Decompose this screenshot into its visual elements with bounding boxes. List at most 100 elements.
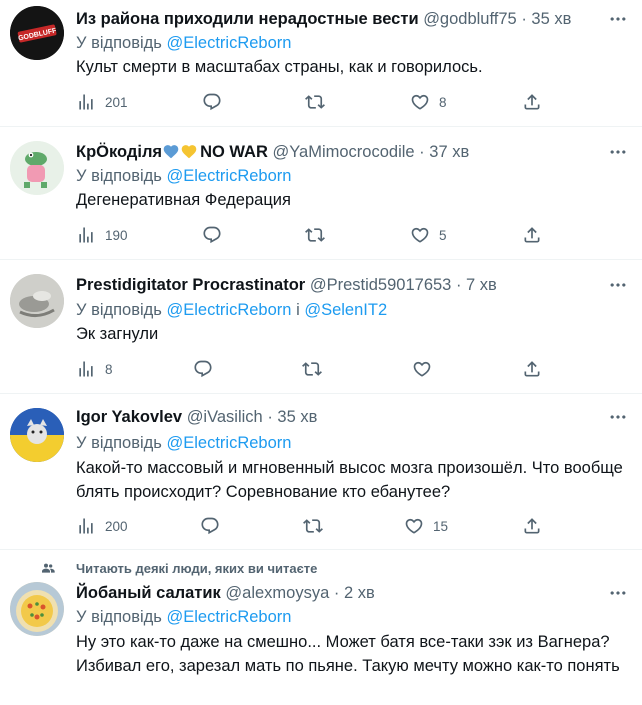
tweet-header: Prestidigitator Procrastinator @Prestid5…	[76, 274, 602, 296]
more-icon[interactable]	[608, 407, 628, 427]
display-name[interactable]: Из района приходили нерадостные вести	[76, 10, 419, 28]
user-handle[interactable]: @alexmoysya	[225, 584, 329, 602]
display-name-suffix[interactable]: NO WAR	[200, 143, 268, 161]
avatar[interactable]	[10, 408, 64, 462]
reply-context: У відповідь @ElectricReborn і @SelenIT2	[76, 299, 387, 321]
avatar[interactable]	[10, 274, 64, 328]
reply-prefix: У відповідь	[76, 434, 162, 452]
timestamp[interactable]: 37 хв	[429, 143, 469, 161]
mention-link[interactable]: @ElectricReborn	[167, 608, 292, 626]
separator-dot: ·	[333, 584, 340, 602]
share-icon	[522, 92, 542, 112]
retweet-icon	[305, 92, 325, 112]
display-name[interactable]: Igor Yakovlev	[76, 408, 182, 426]
blue-heart-icon	[162, 143, 180, 165]
divider	[0, 549, 642, 550]
mention-link[interactable]: @ElectricReborn	[167, 434, 292, 452]
social-context[interactable]: Читають деякі люди, яких ви читаєте	[76, 561, 317, 576]
more-icon[interactable]	[608, 275, 628, 295]
reply-context: У відповідь @ElectricReborn	[76, 32, 291, 54]
views-button[interactable]: 8	[76, 358, 113, 380]
reply-prefix: У відповідь	[76, 34, 162, 52]
reply-button[interactable]	[200, 515, 220, 537]
views-button[interactable]: 201	[76, 91, 128, 113]
tweet-header: Из района приходили нерадостные вести @g…	[76, 8, 602, 30]
views-count: 8	[105, 361, 113, 377]
divider	[0, 126, 642, 127]
retweet-icon	[302, 359, 322, 379]
separator-dot: ·	[521, 10, 527, 28]
like-button[interactable]	[412, 358, 432, 380]
views-button[interactable]: 190	[76, 224, 128, 246]
mention-link[interactable]: @ElectricReborn	[167, 167, 292, 185]
reply-prefix: У відповідь	[76, 167, 162, 185]
reply-prefix: У відповідь	[76, 608, 162, 626]
avatar[interactable]	[10, 141, 64, 195]
like-icon	[404, 516, 424, 536]
share-button[interactable]	[522, 515, 542, 537]
views-count: 190	[105, 227, 128, 243]
views-button[interactable]: 200	[76, 515, 128, 537]
mention-joiner: і	[296, 301, 300, 319]
more-icon[interactable]	[608, 142, 628, 162]
share-button[interactable]	[522, 358, 542, 380]
people-icon	[42, 563, 55, 573]
reply-icon	[202, 92, 222, 112]
like-icon	[410, 92, 430, 112]
reply-button[interactable]	[202, 91, 222, 113]
reply-button[interactable]	[202, 224, 222, 246]
views-count: 200	[105, 518, 128, 534]
display-name[interactable]: Йобаный салатик	[76, 584, 221, 602]
more-icon[interactable]	[608, 583, 628, 603]
like-button[interactable]: 5	[410, 224, 447, 246]
retweet-button[interactable]	[305, 91, 325, 113]
views-count: 201	[105, 94, 128, 110]
tweet-text: Дегенеративная Федерация	[76, 191, 291, 209]
mention-link[interactable]: @ElectricReborn	[167, 34, 292, 52]
display-name[interactable]: Prestidigitator Procrastinator	[76, 276, 305, 294]
separator-dot: ·	[419, 143, 425, 161]
timestamp[interactable]: 35 хв	[531, 10, 571, 28]
likes-count: 8	[439, 94, 447, 110]
reply-icon	[193, 359, 213, 379]
reply-context: У відповідь @ElectricReborn	[76, 432, 291, 454]
timestamp[interactable]: 2 хв	[344, 584, 375, 602]
avatar[interactable]: GODBLUFF	[10, 6, 64, 60]
share-icon	[522, 359, 542, 379]
divider	[0, 259, 642, 260]
retweet-button[interactable]	[303, 515, 323, 537]
reply-context: У відповідь @ElectricReborn	[76, 165, 291, 187]
like-button[interactable]: 15	[404, 515, 448, 537]
tweet-text: Эк загнули	[76, 325, 159, 343]
retweet-button[interactable]	[305, 224, 325, 246]
tweet-header: КрÖкоділя NO WAR @YaMimocrocodile · 37 хв	[76, 141, 602, 165]
timestamp[interactable]: 7 хв	[466, 276, 497, 294]
mention-link[interactable]: @ElectricReborn	[167, 301, 292, 319]
user-handle[interactable]: @godbluff75	[423, 10, 517, 28]
like-button[interactable]: 8	[410, 91, 447, 113]
mention-link[interactable]: @SelenIT2	[304, 301, 387, 319]
tweet-text: Ну это как-то даже на смешно... Может ба…	[76, 633, 620, 675]
like-icon	[412, 359, 432, 379]
display-name[interactable]: КрÖкоділя	[76, 143, 162, 161]
user-handle[interactable]: @Prestid59017653	[310, 276, 452, 294]
share-button[interactable]	[522, 224, 542, 246]
reply-button[interactable]	[193, 358, 213, 380]
share-button[interactable]	[522, 91, 542, 113]
timestamp[interactable]: 35 хв	[277, 408, 317, 426]
reply-prefix: У відповідь	[76, 301, 162, 319]
retweet-button[interactable]	[302, 358, 322, 380]
share-icon	[522, 516, 542, 536]
views-icon	[76, 92, 96, 112]
retweet-icon	[305, 225, 325, 245]
tweet-header: Йобаный салатик @alexmoysya · 2 хв	[76, 582, 602, 604]
avatar[interactable]	[10, 582, 64, 636]
more-icon[interactable]	[608, 9, 628, 29]
views-icon	[76, 359, 96, 379]
tweet-header: Igor Yakovlev @iVasilich · 35 хв	[76, 406, 602, 428]
user-handle[interactable]: @YaMimocrocodile	[273, 143, 415, 161]
user-handle[interactable]: @iVasilich	[187, 408, 263, 426]
likes-count: 5	[439, 227, 447, 243]
yellow-heart-icon	[180, 143, 198, 165]
separator-dot: ·	[455, 276, 462, 294]
